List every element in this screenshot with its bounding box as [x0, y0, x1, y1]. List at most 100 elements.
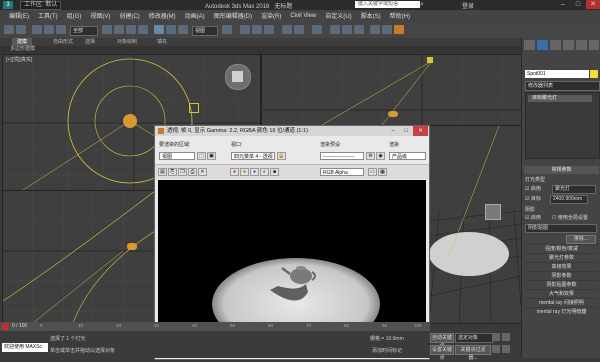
schematic-view-icon[interactable] [342, 25, 352, 34]
link-icon[interactable] [32, 25, 42, 34]
menu-modifiers[interactable]: 修改器(M) [149, 11, 176, 20]
green-channel-icon[interactable]: ● [240, 168, 249, 176]
object-name-field[interactable]: Spot001 [525, 70, 589, 78]
menu-views[interactable]: 视图(V) [90, 11, 110, 20]
rollout-shadow-params[interactable]: 阴影参数 [524, 271, 599, 280]
material-editor-icon[interactable] [354, 25, 364, 34]
teapot-left-icon[interactable] [127, 243, 137, 250]
layer-manager-icon[interactable] [312, 25, 322, 34]
snap-toggle-icon[interactable] [240, 25, 250, 34]
dialog-maximize-icon[interactable]: □ [400, 126, 412, 136]
display-tab-icon[interactable] [576, 40, 587, 50]
viewport-select[interactable]: 四元菜单 4 - 透视 [231, 152, 275, 160]
maxscript-listener[interactable]: 欢迎使用 MAXSc [2, 343, 48, 352]
tab-freeform[interactable]: 自由形式 [48, 38, 78, 46]
search-input[interactable]: 键入关键字或短语 [355, 1, 420, 8]
undo-icon[interactable] [4, 25, 14, 34]
dialog-close-icon[interactable]: ✕ [413, 126, 428, 136]
utilities-tab-icon[interactable] [589, 40, 599, 50]
teapot-top-icon[interactable] [123, 114, 137, 128]
object-color-swatch[interactable] [590, 70, 598, 78]
menu-animation[interactable]: 动画(A) [185, 11, 205, 20]
menu-scripting[interactable]: 脚本(S) [361, 11, 381, 20]
reference-coord-select[interactable]: 视图 [192, 26, 218, 36]
menu-edit[interactable]: 编辑(E) [9, 11, 29, 20]
menu-create[interactable]: 创建(C) [119, 11, 139, 20]
tab-selection[interactable]: 选择 [80, 38, 100, 46]
selected-objects-select[interactable]: 选定对象 [455, 333, 493, 343]
select-by-name-icon[interactable] [114, 25, 124, 34]
spot-light-target-icon[interactable] [189, 103, 199, 113]
maximize-icon[interactable]: □ [571, 0, 585, 9]
pivot-icon[interactable] [222, 25, 232, 34]
monochrome-icon[interactable]: ■ [270, 168, 279, 176]
next-frame-icon[interactable] [502, 333, 510, 341]
rendered-frame-window-icon[interactable] [382, 25, 392, 34]
percent-snap-icon[interactable] [264, 25, 274, 34]
clear-icon[interactable]: ✕ [198, 168, 207, 176]
modify-tab-icon[interactable] [537, 40, 548, 50]
perspective-view-cube[interactable] [485, 204, 501, 220]
angle-snap-icon[interactable] [252, 25, 262, 34]
scale-icon[interactable] [178, 25, 188, 34]
window-crossing-icon[interactable] [138, 25, 148, 34]
auto-key-button[interactable]: 自动关键点 [430, 333, 454, 349]
target-checkbox[interactable]: ☑ 目标 [525, 195, 547, 203]
print-image-icon[interactable]: ⎙ [188, 168, 197, 176]
save-image-icon[interactable]: ▤ [158, 168, 167, 176]
red-channel-icon[interactable]: ● [230, 168, 239, 176]
tab-object-paint[interactable]: 对象绘制 [112, 38, 142, 46]
channel-select[interactable]: RGB Alpha [320, 168, 364, 176]
set-key-button[interactable]: 设置关键点 [430, 345, 454, 361]
rect-selection-icon[interactable] [126, 25, 136, 34]
close-icon[interactable]: ✕ [586, 0, 600, 9]
modifier-list-select[interactable]: 修改器列表 [525, 81, 600, 91]
hierarchy-tab-icon[interactable] [550, 40, 561, 50]
motion-tab-icon[interactable] [563, 40, 574, 50]
view-cube[interactable] [225, 64, 251, 90]
menu-customize[interactable]: 自定义(U) [325, 11, 351, 20]
copy-image-icon[interactable]: ⎘ [168, 168, 177, 176]
minimize-icon[interactable]: – [556, 0, 570, 9]
rollout-advanced-effects[interactable]: 高级效果 [524, 262, 599, 271]
environment-icon[interactable]: ◉ [376, 152, 385, 160]
rollout-shadow-map-params[interactable]: 阴影贴图参数 [524, 280, 599, 289]
key-filters-button[interactable]: 关键点过滤器... [455, 345, 491, 361]
menu-help[interactable]: 帮助(H) [390, 11, 410, 20]
unlink-icon[interactable] [44, 25, 54, 34]
render-setup-icon[interactable] [370, 25, 380, 34]
zoom-icon[interactable] [492, 345, 500, 353]
app-logo-icon[interactable]: 3 [3, 1, 13, 9]
add-time-tag[interactable]: 添加时间标记 [372, 347, 402, 354]
move-icon[interactable] [154, 25, 164, 34]
create-tab-icon[interactable] [524, 40, 535, 50]
bind-space-warp-icon[interactable] [56, 25, 66, 34]
target-distance-field[interactable]: 2400.906mm [550, 195, 588, 204]
redo-icon[interactable] [16, 25, 26, 34]
blue-channel-icon[interactable]: ● [250, 168, 259, 176]
ribbon-sub-label[interactable]: 多边形建模 [10, 46, 35, 53]
select-object-icon[interactable] [102, 25, 112, 34]
lock-viewport-icon[interactable]: 🔒 [277, 152, 286, 160]
mirror-icon[interactable] [282, 25, 292, 34]
align-icon[interactable] [294, 25, 304, 34]
tab-modeling[interactable]: 建模 [12, 38, 33, 46]
clone-window-icon[interactable]: ❐ [178, 168, 187, 176]
rollout-atmospheres[interactable]: 大气和效果 [524, 289, 599, 298]
search-icon[interactable]: ⌕ [420, 1, 428, 9]
play-icon[interactable] [492, 333, 500, 341]
rollout-intensity[interactable]: 强度/颜色/衰减 [524, 244, 599, 253]
viewport-perspective[interactable] [428, 125, 522, 324]
rotate-icon[interactable] [166, 25, 176, 34]
time-slider-thumb[interactable] [2, 323, 8, 330]
viewport-left[interactable] [2, 190, 156, 324]
curve-editor-icon[interactable] [330, 25, 340, 34]
tab-populate[interactable]: 填充 [152, 38, 172, 46]
spot-light-icon[interactable] [427, 57, 433, 63]
exclude-button[interactable]: 排除... [566, 235, 596, 244]
menu-rendering[interactable]: 渲染(R) [261, 11, 281, 20]
render-production-icon[interactable] [394, 25, 404, 34]
workspace-select[interactable]: 工作区: 默认 [20, 1, 62, 10]
rollout-general-header[interactable]: 常规参数 [524, 166, 599, 174]
toggle-ui-icon[interactable]: ▦ [378, 168, 387, 176]
